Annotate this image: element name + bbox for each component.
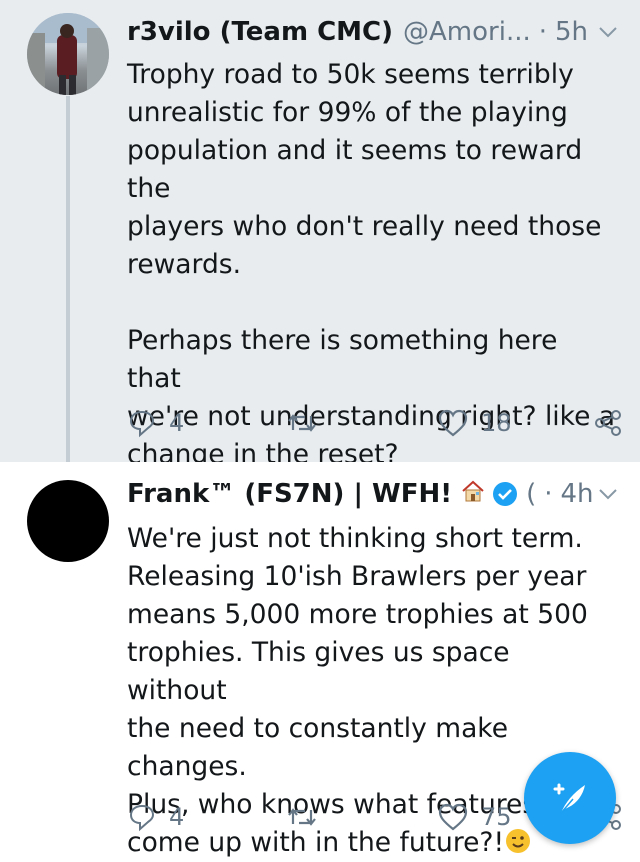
- separator-dot: ·: [538, 17, 548, 47]
- thread-connector-line: [66, 96, 70, 468]
- retweet-button[interactable]: [285, 408, 331, 438]
- reply-icon: [129, 410, 155, 438]
- retweet-icon: [288, 414, 316, 432]
- reply-button[interactable]: 4: [127, 408, 184, 438]
- avatar[interactable]: [27, 480, 109, 562]
- reply-count: 4: [169, 409, 185, 437]
- compose-tweet-button[interactable]: [524, 752, 616, 844]
- tweet-header: Frank™ (FS7N) | WFH! ( · 4h: [127, 476, 620, 512]
- author-name[interactable]: Frank™ (FS7N) | WFH!: [127, 479, 452, 509]
- tweet-header: r3vilo (Team CMC) @Amori... · 5h: [127, 14, 620, 50]
- reply-button[interactable]: 4: [127, 802, 184, 832]
- chevron-down-icon[interactable]: [596, 20, 620, 44]
- share-icon: [595, 410, 621, 436]
- retweet-icon: [288, 808, 316, 826]
- reply-icon: [129, 804, 155, 832]
- timestamp[interactable]: 5h: [555, 17, 588, 47]
- verified-badge-icon: [493, 482, 518, 506]
- like-button[interactable]: 18: [437, 408, 512, 438]
- heart-icon: [438, 409, 468, 437]
- author-handle[interactable]: (: [526, 479, 536, 509]
- author-name[interactable]: r3vilo (Team CMC): [127, 17, 393, 47]
- avatar[interactable]: [27, 13, 109, 95]
- share-button[interactable]: [593, 408, 623, 438]
- retweet-button[interactable]: [285, 802, 331, 832]
- author-handle[interactable]: @Amori...: [403, 17, 531, 47]
- tweet-actions: 4 18: [127, 408, 622, 448]
- like-button[interactable]: 75: [437, 802, 512, 832]
- heart-icon: [438, 803, 468, 831]
- like-count: 18: [481, 409, 512, 437]
- house-emoji-icon: [460, 478, 486, 510]
- reply-count: 4: [169, 803, 185, 831]
- chevron-down-icon[interactable]: [596, 482, 620, 506]
- separator-dot: ·: [544, 479, 553, 509]
- like-count: 75: [481, 803, 512, 831]
- tweet-parent[interactable]: r3vilo (Team CMC) @Amori... · 5h Trophy …: [0, 0, 640, 470]
- timestamp[interactable]: 4h: [561, 479, 594, 509]
- compose-tweet-icon: [553, 783, 585, 814]
